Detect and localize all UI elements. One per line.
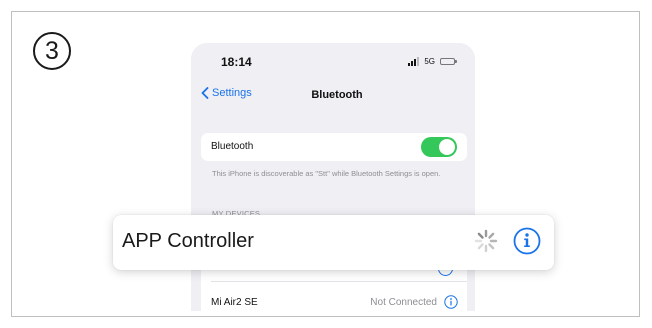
discoverable-note: This iPhone is discoverable as "Stt" whi… [212, 169, 441, 178]
info-icon[interactable] [444, 295, 458, 309]
highlighted-device-name: APP Controller [122, 230, 254, 252]
device-status: Not Connected [370, 297, 437, 308]
highlighted-device-card[interactable]: APP Controller [113, 215, 554, 270]
status-bar: 18:14 5G [191, 43, 475, 79]
bluetooth-toggle[interactable] [421, 137, 457, 157]
network-label: 5G [424, 57, 435, 66]
device-name: Mi Air2 SE [211, 297, 258, 308]
illustration-frame: 3 18:14 5G Settings Bluetooth Bluetooth … [11, 11, 640, 317]
page-title: Bluetooth [311, 89, 363, 101]
spinner-icon [474, 229, 498, 253]
info-icon[interactable] [513, 227, 541, 255]
navigation-bar: Settings Bluetooth [191, 87, 475, 109]
device-row[interactable]: Mi Air2 SE Not Connected [201, 294, 467, 311]
bluetooth-row: Bluetooth [201, 133, 467, 161]
signal-icon [408, 57, 420, 66]
battery-icon [440, 58, 457, 65]
step-number: 3 [45, 36, 59, 65]
toggle-knob [439, 139, 455, 155]
status-time: 18:14 [221, 55, 252, 69]
status-icons: 5G [408, 57, 457, 66]
phone-screen: 18:14 5G Settings Bluetooth Bluetooth Th… [191, 43, 475, 311]
row-divider [211, 281, 467, 282]
bluetooth-label: Bluetooth [211, 141, 254, 152]
step-number-badge: 3 [33, 32, 71, 70]
